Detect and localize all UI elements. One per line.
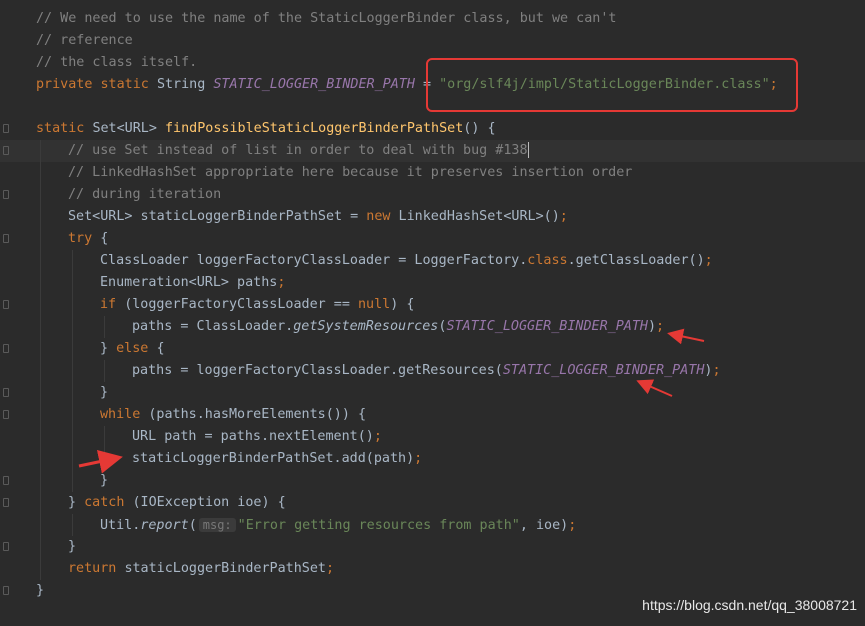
arrow-getresources	[636, 379, 673, 397]
watermark: https://blog.csdn.net/qq_38008721	[642, 597, 857, 613]
annotation-arrows	[78, 328, 705, 474]
arrow-add-path	[78, 449, 123, 474]
arrow-getsystemresources	[667, 328, 705, 345]
